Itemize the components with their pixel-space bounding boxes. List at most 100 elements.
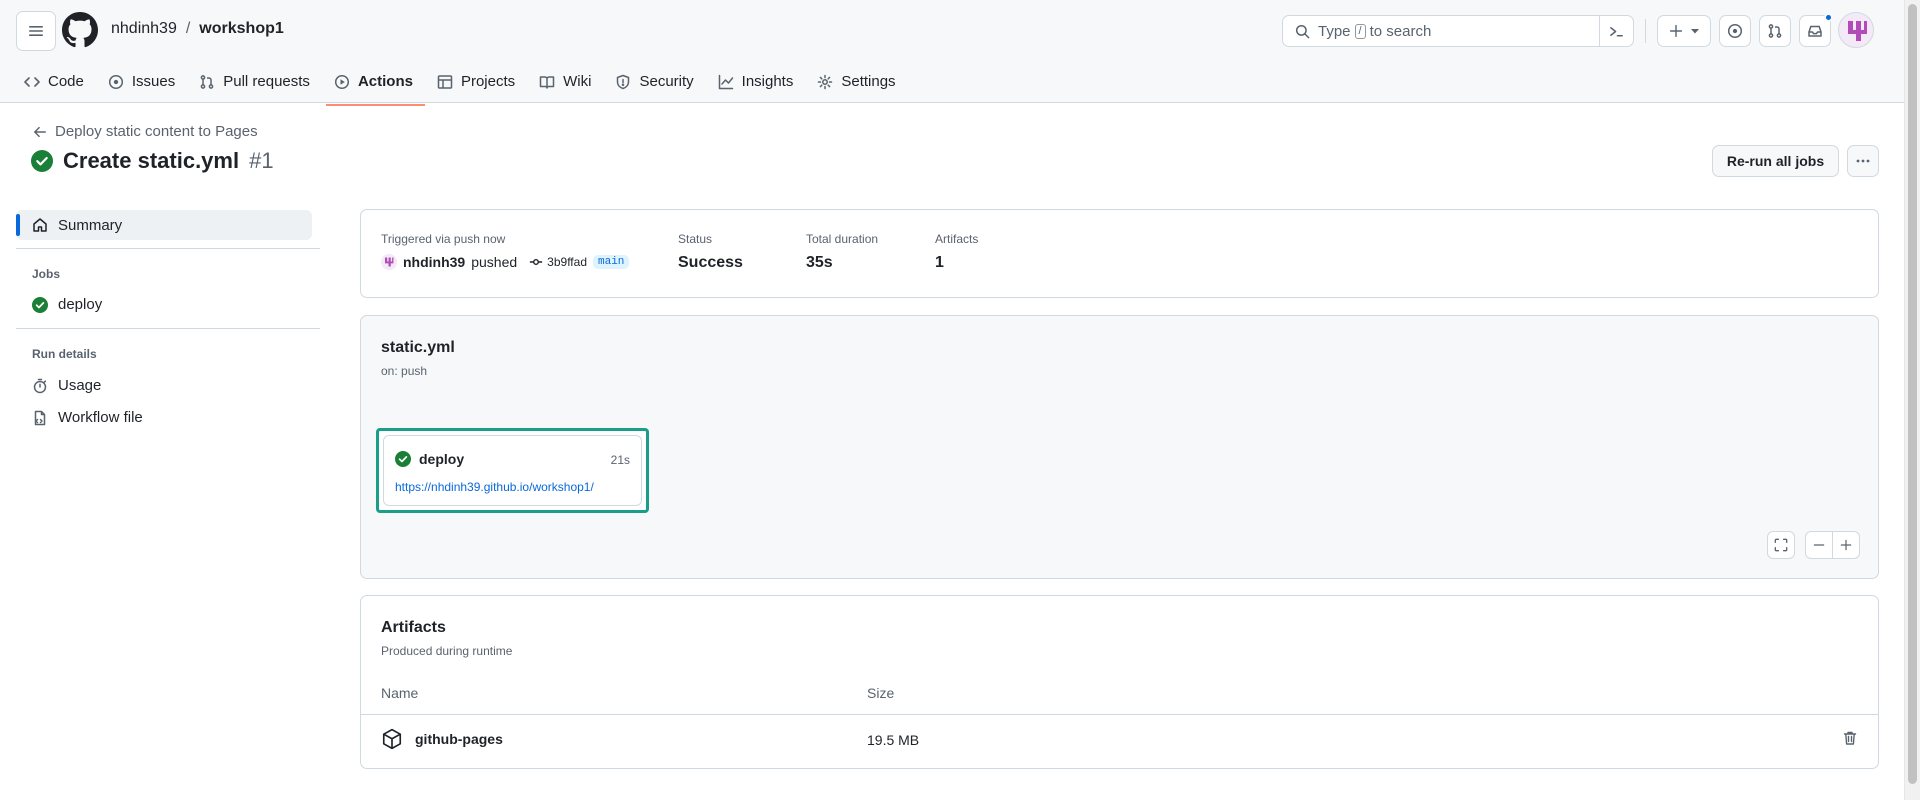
tab-label: Pull requests xyxy=(223,73,310,90)
page-scrollbar[interactable] xyxy=(1904,0,1920,800)
column-header-size: Size xyxy=(867,685,895,701)
pull-request-icon xyxy=(199,74,215,90)
table-icon xyxy=(437,74,453,90)
shield-icon xyxy=(615,74,631,90)
commit-sha-link[interactable]: 3b9ffad xyxy=(529,255,587,269)
package-icon xyxy=(381,728,403,750)
workflow-trigger: on: push xyxy=(381,364,428,378)
sidebar-item-label: Summary xyxy=(58,216,123,234)
breadcrumb-separator: / xyxy=(185,20,191,37)
repo-breadcrumb: nhdinh39 / workshop1 xyxy=(111,20,284,38)
code-icon xyxy=(24,74,40,90)
github-logo-icon[interactable] xyxy=(62,12,98,48)
tab-label: Actions xyxy=(357,73,413,90)
tab-issues[interactable]: Issues xyxy=(98,65,189,98)
artifacts-divider xyxy=(361,714,1878,715)
sidebar-item-label: deploy xyxy=(58,296,103,313)
sidebar-item-workflow-file[interactable]: Workflow file xyxy=(32,409,143,426)
delete-artifact-button[interactable] xyxy=(1842,730,1858,746)
run-number: #1 xyxy=(249,148,274,173)
tab-code[interactable]: Code xyxy=(0,65,98,98)
search-input[interactable]: Type / to search xyxy=(1282,15,1634,47)
deployment-url-link[interactable]: https://nhdinh39.github.io/workshop1/ xyxy=(395,480,594,494)
back-to-workflow-link[interactable]: Deploy static content to Pages xyxy=(33,123,258,140)
issue-icon xyxy=(108,74,124,90)
tab-label: Projects xyxy=(460,73,516,90)
repo-name-link[interactable]: workshop1 xyxy=(199,20,283,38)
sidebar-heading-run-details: Run details xyxy=(32,347,97,361)
sidebar-item-usage[interactable]: Usage xyxy=(32,377,101,394)
tab-label: Issues xyxy=(131,73,176,90)
branch-label[interactable]: main xyxy=(593,255,630,269)
create-new-button[interactable] xyxy=(1657,15,1711,47)
artifacts-count-value[interactable]: 1 xyxy=(935,254,978,272)
book-icon xyxy=(539,74,555,90)
play-icon xyxy=(334,74,350,90)
run-summary-panel: Triggered via push now nhdinh39 pushed 3… xyxy=(360,209,1879,298)
trash-icon xyxy=(1842,730,1858,746)
tab-security[interactable]: Security xyxy=(605,65,707,98)
sidebar-heading-jobs: Jobs xyxy=(32,267,61,281)
job-name: deploy xyxy=(419,451,465,467)
search-placeholder-end: to search xyxy=(1369,22,1432,40)
sidebar-item-label: Usage xyxy=(58,377,102,394)
zoom-out-button[interactable] xyxy=(1805,531,1833,559)
triangle-down-icon xyxy=(1691,27,1699,35)
command-palette-button[interactable] xyxy=(1599,16,1633,46)
search-icon xyxy=(1295,24,1310,39)
sidebar-divider xyxy=(16,328,320,329)
fit-to-screen-button[interactable] xyxy=(1767,531,1795,559)
run-title: Create static.yml xyxy=(63,148,240,173)
zoom-in-button[interactable] xyxy=(1832,531,1860,559)
tab-projects[interactable]: Projects xyxy=(427,65,529,98)
user-avatar[interactable] xyxy=(1838,12,1874,48)
job-card-deploy[interactable]: deploy 21s https://nhdinh39.github.io/wo… xyxy=(376,428,649,513)
tab-label: Wiki xyxy=(563,73,592,90)
sidebar-item-summary[interactable]: Summary xyxy=(16,210,312,240)
back-link-label: Deploy static content to Pages xyxy=(55,123,258,140)
rerun-all-jobs-button[interactable]: Re-run all jobs xyxy=(1712,145,1839,177)
status-label: Status xyxy=(678,232,713,246)
artifact-download-link[interactable]: github-pages xyxy=(381,728,503,750)
search-shortcut-key: / xyxy=(1354,23,1366,39)
inbox-button[interactable] xyxy=(1799,13,1833,47)
dash-icon xyxy=(1813,539,1825,551)
artifacts-count-label: Artifacts xyxy=(935,232,979,246)
home-icon xyxy=(32,217,48,233)
artifact-size: 19.5 MB xyxy=(867,732,920,748)
issues-button[interactable] xyxy=(1719,15,1751,47)
duration-label: Total duration xyxy=(806,232,879,246)
tab-label: Insights xyxy=(741,73,794,90)
check-circle-fill-icon xyxy=(395,451,411,467)
pusher-link[interactable]: nhdinh39 xyxy=(403,254,465,270)
tab-settings[interactable]: Settings xyxy=(807,65,909,98)
repo-owner-link[interactable]: nhdinh39 xyxy=(111,20,177,38)
tab-wiki[interactable]: Wiki xyxy=(529,65,605,98)
stopwatch-icon xyxy=(32,378,48,394)
artifacts-count-column: Artifacts 1 xyxy=(935,232,978,272)
tab-actions[interactable]: Actions xyxy=(324,65,427,106)
artifacts-panel: Artifacts Produced during runtime Name S… xyxy=(360,595,1879,769)
screen-full-icon xyxy=(1774,538,1788,552)
tab-pull-requests[interactable]: Pull requests xyxy=(189,65,324,98)
gear-icon xyxy=(817,74,833,90)
tab-label: Code xyxy=(48,73,84,90)
pull-requests-button[interactable] xyxy=(1759,15,1791,47)
top-bar: nhdinh39 / workshop1 Type / to search xyxy=(0,0,1904,62)
menu-button[interactable] xyxy=(16,11,56,51)
push-action-text: pushed xyxy=(471,254,518,270)
scrollbar-thumb[interactable] xyxy=(1908,4,1917,784)
artifact-name: github-pages xyxy=(415,731,503,747)
trigger-details: nhdinh39 pushed 3b9ffad main xyxy=(381,254,630,270)
artifacts-title: Artifacts xyxy=(381,619,446,636)
more-options-button[interactable] xyxy=(1847,145,1879,177)
status-value: Success xyxy=(678,254,743,271)
kebab-horizontal-icon xyxy=(1855,153,1871,169)
sidebar-item-label: Workflow file xyxy=(58,409,143,426)
column-header-name: Name xyxy=(381,685,419,701)
check-circle-fill-icon xyxy=(32,296,48,313)
plus-icon xyxy=(1669,24,1683,38)
sidebar-item-deploy[interactable]: deploy xyxy=(32,296,102,313)
tab-insights[interactable]: Insights xyxy=(708,65,808,98)
trigger-column: Triggered via push now nhdinh39 pushed 3… xyxy=(381,232,630,270)
